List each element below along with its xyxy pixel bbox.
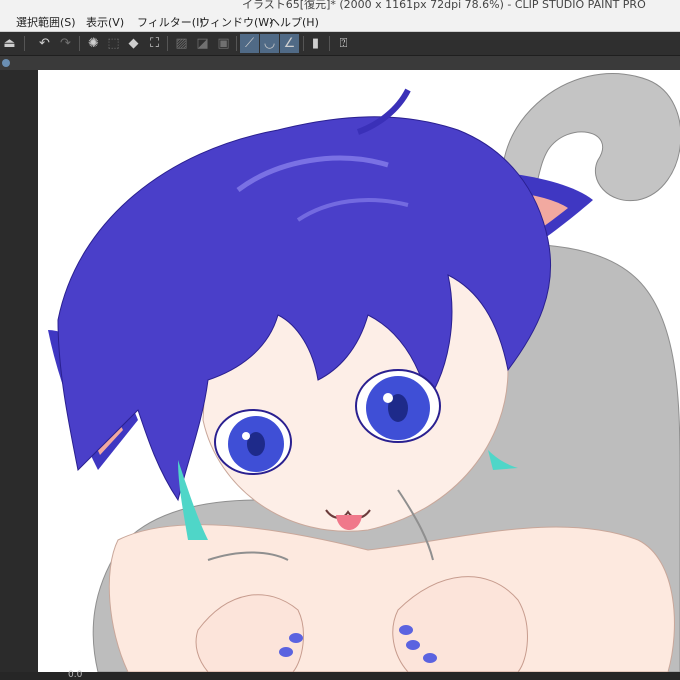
- artwork: [48, 73, 680, 672]
- nail: [279, 647, 293, 657]
- command-bar: ⏏ ↶ ↷ ✺ ⬚ ◆ ⛶ ▨ ◪ ▣ ⟋ ◡ ∠ ▮ ⍰: [0, 32, 680, 56]
- nail: [406, 640, 420, 650]
- curve-snap-icon[interactable]: ◡: [260, 34, 279, 53]
- redo-icon[interactable]: ↷: [56, 34, 75, 53]
- ruler-snap-icon[interactable]: ∠: [280, 34, 299, 53]
- divider: [329, 36, 330, 51]
- divider: [167, 36, 168, 51]
- eye-highlight: [242, 432, 250, 440]
- menu-filter[interactable]: フィルター(I): [137, 14, 204, 30]
- nail: [289, 633, 303, 643]
- divider: [79, 36, 80, 51]
- clear-icon[interactable]: ▨: [172, 34, 191, 53]
- zoom-readout: 0.0: [68, 670, 83, 680]
- menu-view[interactable]: 表示(V): [86, 14, 124, 30]
- fill-icon[interactable]: ◆: [124, 34, 143, 53]
- loading-spinner-icon[interactable]: ✺: [84, 34, 103, 53]
- menu-window[interactable]: ウィンドウ(W): [199, 14, 273, 30]
- nail: [423, 653, 437, 663]
- divider: [24, 36, 25, 51]
- deselect-icon[interactable]: ⬚: [104, 34, 123, 53]
- menu-bar: 選択範囲(S) 表示(V) フィルター(I) ウィンドウ(W) ヘルプ(H): [0, 12, 680, 32]
- canvas-tab-indicator[interactable]: [2, 59, 10, 67]
- help-icon[interactable]: ⍰: [334, 34, 353, 53]
- crop-icon[interactable]: ⛶: [145, 34, 164, 53]
- menu-help[interactable]: ヘルプ(H): [269, 14, 319, 30]
- divider: [236, 36, 237, 51]
- eye-highlight: [383, 393, 393, 403]
- nail: [399, 625, 413, 635]
- canvas-tab-strip: [0, 56, 680, 70]
- status-bar: 0.0: [0, 670, 680, 680]
- divider: [303, 36, 304, 51]
- canvas-area[interactable]: [38, 70, 680, 672]
- menu-selection[interactable]: 選択範囲(S): [16, 14, 76, 30]
- arms: [108, 524, 675, 672]
- window-title: イラスト65[復元]* (2000 x 1161px 72dpi 78.6%) …: [242, 0, 646, 11]
- undo-icon[interactable]: ↶: [35, 34, 54, 53]
- device-icon[interactable]: ▮: [306, 34, 325, 53]
- frame-icon[interactable]: ▣: [214, 34, 233, 53]
- invert-icon[interactable]: ◪: [193, 34, 212, 53]
- title-bar: イラスト65[復元]* (2000 x 1161px 72dpi 78.6%) …: [0, 0, 680, 12]
- left-panel: [0, 70, 38, 672]
- layer-tool-icon[interactable]: ⏏: [0, 34, 19, 53]
- brush-snap-icon[interactable]: ⟋: [240, 34, 259, 53]
